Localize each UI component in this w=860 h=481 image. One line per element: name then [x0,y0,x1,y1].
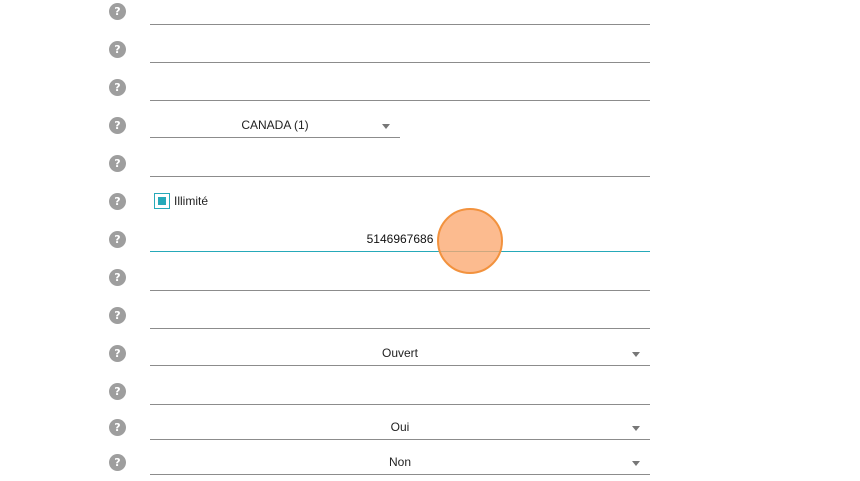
text-field-9[interactable] [150,304,650,329]
text-input-9[interactable] [150,304,650,328]
yes-no-select-1-value: Oui [390,420,410,434]
text-input-11[interactable] [150,380,650,404]
text-field-1[interactable] [150,0,650,25]
checkbox-checked-mark [158,197,166,205]
unlimited-checkbox[interactable] [154,193,170,209]
chevron-down-icon[interactable] [632,352,640,357]
text-input-2[interactable] [150,38,650,62]
status-select-value: Ouvert [381,346,418,360]
help-question-icon[interactable]: ? [109,345,126,362]
phone-input[interactable] [150,227,650,251]
chevron-down-icon[interactable] [382,124,390,129]
help-question-icon[interactable]: ? [109,155,126,172]
yes-no-select-2[interactable]: Non [150,450,650,475]
text-field-11[interactable] [150,380,650,405]
help-question-icon[interactable]: ? [109,383,126,400]
help-question-icon[interactable]: ? [109,193,126,210]
country-select[interactable]: CANADA (1) [150,113,400,138]
help-question-icon[interactable]: ? [109,3,126,20]
text-input-1[interactable] [150,0,650,24]
country-select-value: CANADA (1) [241,118,309,132]
text-input-3[interactable] [150,76,650,100]
unlimited-checkbox-row[interactable]: Illimité [154,192,208,210]
phone-field[interactable] [150,227,650,252]
text-field-2[interactable] [150,38,650,63]
text-field-8[interactable] [150,266,650,291]
help-question-icon[interactable]: ? [109,419,126,436]
help-question-icon[interactable]: ? [109,117,126,134]
help-question-icon[interactable]: ? [109,41,126,58]
yes-no-select-2-value: Non [388,455,411,469]
status-select[interactable]: Ouvert [150,341,650,366]
text-field-5[interactable] [150,152,650,177]
yes-no-select-1[interactable]: Oui [150,415,650,440]
help-question-icon[interactable]: ? [109,307,126,324]
chevron-down-icon[interactable] [632,426,640,431]
unlimited-checkbox-label: Illimité [174,194,209,208]
text-input-5[interactable] [150,152,650,176]
help-question-icon[interactable]: ? [109,454,126,471]
help-question-icon[interactable]: ? [109,231,126,248]
chevron-down-icon[interactable] [632,461,640,466]
help-question-icon[interactable]: ? [109,269,126,286]
help-question-icon[interactable]: ? [109,79,126,96]
form-screen: ? ? ? ? CANADA (1) ? ? Illimité ? ? ? [0,0,860,481]
text-field-3[interactable] [150,76,650,101]
text-input-8[interactable] [150,266,650,290]
